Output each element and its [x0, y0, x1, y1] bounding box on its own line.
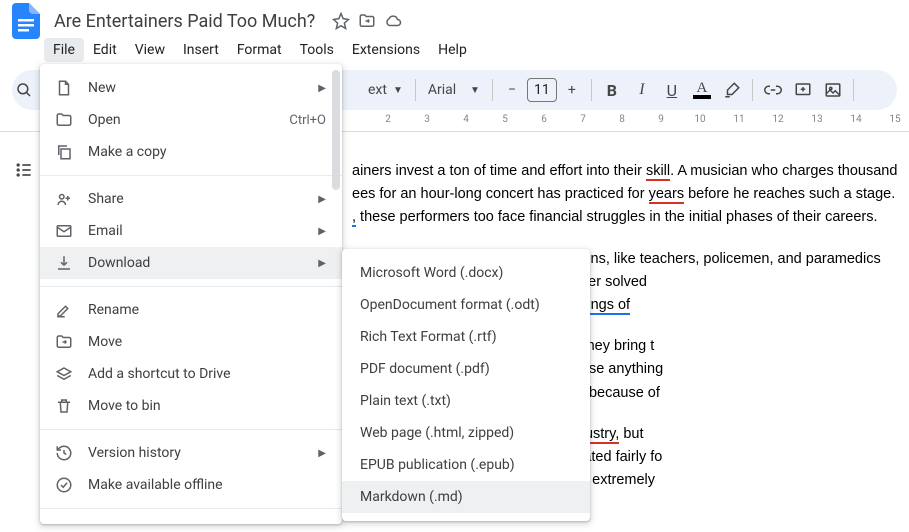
separator [40, 508, 342, 509]
bold-button[interactable]: B [598, 76, 626, 104]
star-icon[interactable] [331, 11, 351, 31]
menu-email[interactable]: Email ▶ [40, 215, 342, 247]
doc-title[interactable]: Are Entertainers Paid Too Much? [48, 10, 321, 33]
chevron-right-icon: ▶ [318, 83, 326, 94]
font-dropdown[interactable]: Arial▼ [422, 76, 486, 104]
separator [415, 79, 416, 101]
cloud-status-icon[interactable] [383, 11, 403, 31]
insert-comment-button[interactable] [789, 76, 817, 104]
insert-link-button[interactable] [759, 76, 787, 104]
move-icon [54, 332, 74, 352]
offline-icon [54, 475, 74, 495]
underline-button[interactable]: U [658, 76, 686, 104]
chevron-right-icon: ▶ [318, 258, 326, 269]
menu-make-copy[interactable]: Make a copy [40, 136, 342, 168]
menu-insert[interactable]: Insert [174, 38, 228, 62]
copy-icon [54, 142, 74, 162]
highlight-button[interactable] [718, 76, 746, 104]
download-html[interactable]: Web page (.html, zipped) [342, 417, 590, 449]
menu-shortcut[interactable]: Add a shortcut to Drive [40, 358, 342, 390]
history-icon [54, 443, 74, 463]
chevron-right-icon: ▶ [318, 448, 326, 459]
menu-edit[interactable]: Edit [84, 38, 126, 62]
download-epub[interactable]: EPUB publication (.epub) [342, 449, 590, 481]
download-docx[interactable]: Microsoft Word (.docx) [342, 257, 590, 289]
menu-help[interactable]: Help [429, 38, 476, 62]
menu-new[interactable]: New ▶ [40, 72, 342, 104]
menu-version-history[interactable]: Version history ▶ [40, 437, 342, 469]
search-icon[interactable] [10, 76, 38, 104]
docs-logo[interactable] [8, 3, 44, 39]
move-folder-icon[interactable] [357, 11, 377, 31]
folder-icon [54, 110, 74, 130]
font-increase-button[interactable]: + [559, 77, 585, 103]
separator [40, 286, 342, 287]
menu-offline[interactable]: Make available offline [40, 469, 342, 501]
email-icon [54, 221, 74, 241]
font-size-input[interactable]: 11 [527, 78, 557, 102]
menu-download[interactable]: Download ▶ [40, 247, 342, 279]
menu-view[interactable]: View [126, 38, 174, 62]
para-1: ainers invest a ton of time and effort i… [352, 160, 909, 230]
download-md[interactable]: Markdown (.md) [342, 481, 590, 513]
download-submenu: Microsoft Word (.docx) OpenDocument form… [342, 249, 590, 521]
menu-format[interactable]: Format [228, 38, 291, 62]
separator [40, 429, 342, 430]
download-rtf[interactable]: Rich Text Format (.rtf) [342, 321, 590, 353]
separator [591, 79, 592, 101]
italic-button[interactable]: I [628, 76, 656, 104]
menu-move[interactable]: Move [40, 326, 342, 358]
font-decrease-button[interactable]: − [499, 77, 525, 103]
separator [853, 79, 854, 101]
text-color-button[interactable]: A [688, 76, 716, 104]
menubar: File Edit View Insert Format Tools Exten… [0, 36, 909, 64]
menu-file[interactable]: File [44, 38, 84, 62]
menu-trash[interactable]: Move to bin [40, 390, 342, 422]
menu-open[interactable]: Open Ctrl+O [40, 104, 342, 136]
download-txt[interactable]: Plain text (.txt) [342, 385, 590, 417]
trash-icon [54, 396, 74, 416]
file-menu-dropdown: New ▶ Open Ctrl+O Make a copy Share ▶ Em… [40, 64, 342, 524]
styles-dropdown[interactable]: ext▼ [362, 76, 409, 104]
menu-extensions[interactable]: Extensions [343, 38, 429, 62]
new-doc-icon [54, 78, 74, 98]
separator [40, 175, 342, 176]
menu-share[interactable]: Share ▶ [40, 183, 342, 215]
chevron-right-icon: ▶ [318, 194, 326, 205]
shortcut-icon [54, 364, 74, 384]
download-icon [54, 253, 74, 273]
download-pdf[interactable]: PDF document (.pdf) [342, 353, 590, 385]
menu-tools[interactable]: Tools [291, 38, 343, 62]
separator [752, 79, 753, 101]
outline-icon[interactable] [10, 156, 38, 184]
separator [492, 79, 493, 101]
rename-icon [54, 300, 74, 320]
chevron-right-icon: ▶ [318, 226, 326, 237]
menu-rename[interactable]: Rename [40, 294, 342, 326]
download-odt[interactable]: OpenDocument format (.odt) [342, 289, 590, 321]
insert-image-button[interactable] [819, 76, 847, 104]
share-icon [54, 189, 74, 209]
